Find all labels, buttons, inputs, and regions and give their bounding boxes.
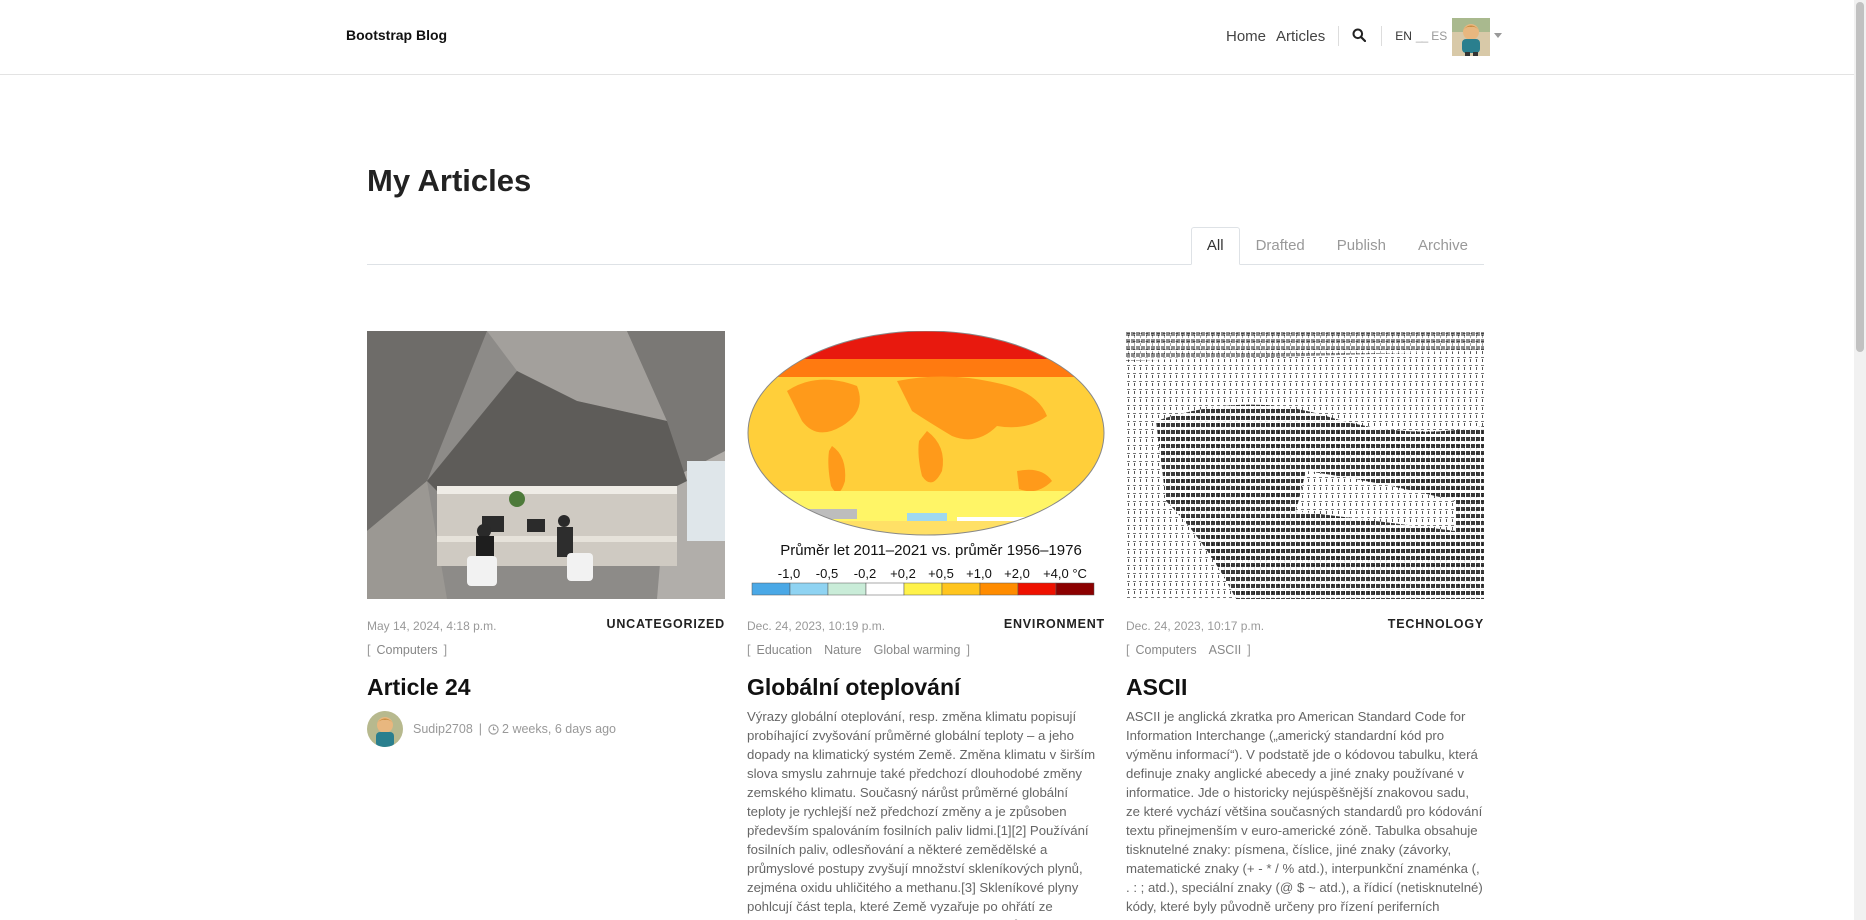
article-tags: [Computers ASCII] [1126,643,1251,657]
scale-segment [1017,582,1057,596]
byline-separator: | [478,722,483,736]
scale-segment [979,582,1019,596]
nav-home-link[interactable]: Home [1226,28,1266,45]
article-image[interactable] [1126,331,1484,599]
tag-link[interactable]: Education [756,643,812,657]
tab-archive[interactable]: Archive [1402,227,1484,265]
tab-publish[interactable]: Publish [1321,227,1402,265]
article-image[interactable] [367,331,725,599]
article-category-link[interactable]: TECHNOLOGY [1388,617,1484,631]
search-icon[interactable] [1352,28,1368,44]
language-switcher: EN __ ES [1395,29,1447,43]
tag-link[interactable]: Nature [824,643,862,657]
tag-link[interactable]: Computers [1135,643,1196,657]
page-scrollbar[interactable] [1854,0,1866,920]
svg-text:+2,0: +2,0 [1004,566,1030,581]
scale-segment [941,582,981,596]
clock-icon [488,723,499,735]
user-avatar-menu[interactable] [1452,18,1490,56]
article-byline: Sudip2708 | 2 weeks, 6 days ago [367,711,725,747]
svg-text:+4,0 °C: +4,0 °C [1043,566,1087,581]
lang-es-link[interactable]: ES [1431,29,1447,43]
nav-divider [1381,26,1383,46]
article-excerpt: ASCII je anglická zkratka pro American S… [1126,709,1483,920]
article-filter-tabs: All Drafted Publish Archive [367,227,1484,265]
scale-segment [751,582,791,596]
article-date: Dec. 24, 2023, 10:17 p.m. [1126,619,1265,633]
scale-segment [903,582,943,596]
scale-segment [827,582,867,596]
nav-links: Home Articles EN __ ES [1226,26,1447,46]
tag-link[interactable]: Computers [376,643,437,657]
author-name[interactable]: Sudip2708 [413,722,473,736]
scale-segment [789,582,829,596]
article-card: Dec. 24, 2023, 10:17 p.m. TECHNOLOGY [Co… [1126,331,1484,920]
article-card: May 14, 2024, 4:18 p.m. UNCATEGORIZED [C… [367,331,725,747]
article-image[interactable]: Průměr let 2011–2021 vs. průměr 1956–197… [747,331,1105,599]
article-tags: [Education Nature Global warming] [747,643,970,657]
lang-en-link[interactable]: EN [1395,29,1412,43]
nav-articles-link[interactable]: Articles [1276,28,1325,45]
article-date: May 14, 2024, 4:18 p.m. [367,619,497,633]
scale-segment [1055,582,1095,596]
chevron-down-icon[interactable] [1494,33,1502,38]
scale-segment [865,582,905,596]
nav-divider [1338,26,1340,46]
tab-all[interactable]: All [1190,227,1240,265]
tag-link[interactable]: ASCII [1209,643,1242,657]
svg-text:-0,2: -0,2 [854,566,876,581]
article-excerpt: Výrazy globální oteplování, resp. změna … [747,709,1096,920]
svg-text:+0,2: +0,2 [890,566,916,581]
tab-drafted[interactable]: Drafted [1240,227,1321,265]
article-tags: [Computers] [367,643,448,657]
svg-text:-0,5: -0,5 [816,566,838,581]
article-title-link[interactable]: ASCII [1126,673,1484,701]
tag-link[interactable]: Global warming [874,643,961,657]
article-date: Dec. 24, 2023, 10:19 p.m. [747,619,886,633]
scrollbar-thumb[interactable] [1856,2,1864,352]
navbar: Bootstrap Blog Home Articles EN __ ES [0,0,1866,75]
svg-text:-1,0: -1,0 [778,566,800,581]
lang-separator: __ [1415,29,1428,43]
article-card: Průměr let 2011–2021 vs. průměr 1956–197… [747,331,1105,920]
map-caption: Průměr let 2011–2021 vs. průměr 1956–197… [780,542,1082,559]
article-time-ago: 2 weeks, 6 days ago [502,722,616,736]
article-title-link[interactable]: Article 24 [367,673,725,701]
svg-text:+0,5: +0,5 [928,566,954,581]
article-category-link[interactable]: ENVIRONMENT [1004,617,1105,631]
article-title-link[interactable]: Globální oteplování [747,673,1105,701]
author-avatar [367,711,403,747]
brand-link[interactable]: Bootstrap Blog [346,27,447,43]
page-title: My Articles [367,163,532,198]
article-category-link[interactable]: UNCATEGORIZED [607,617,726,631]
temperature-scale-bar [751,582,1095,596]
svg-text:+1,0: +1,0 [966,566,992,581]
